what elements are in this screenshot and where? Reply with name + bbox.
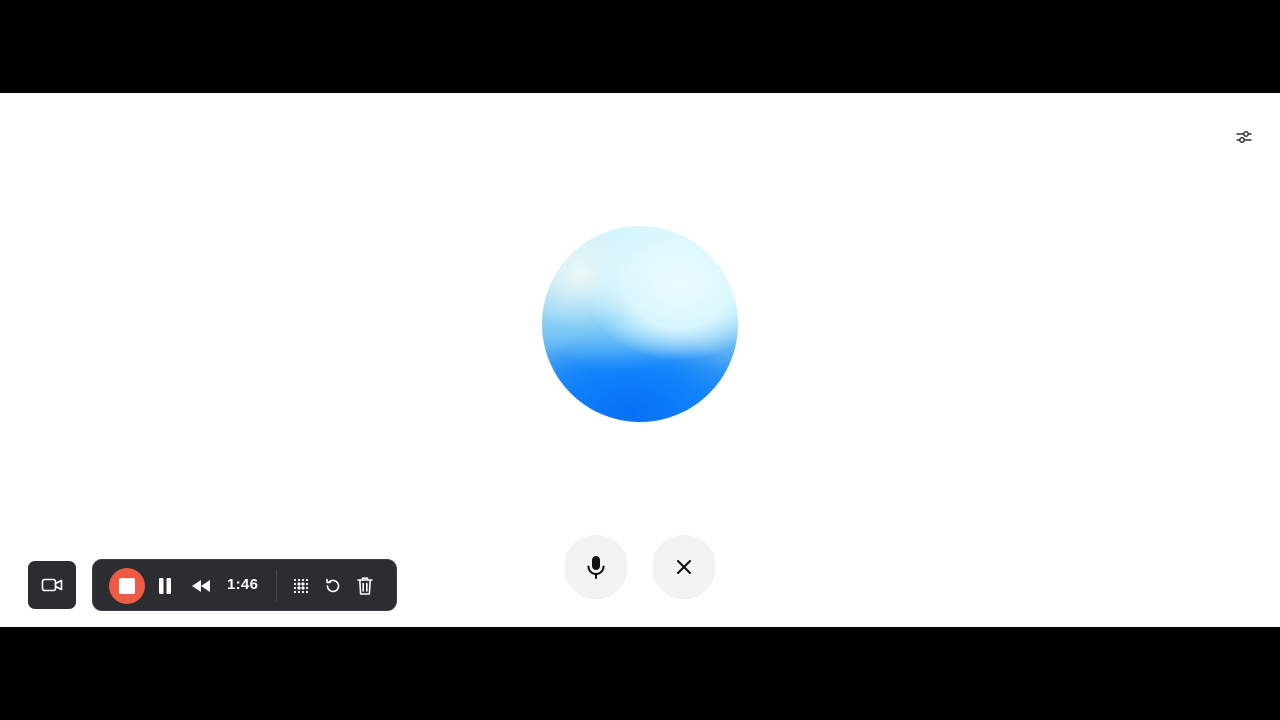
recording-toolbar: 1:46 xyxy=(92,559,397,611)
voice-orb xyxy=(542,226,738,422)
restart-icon xyxy=(326,578,340,593)
trash-icon xyxy=(357,577,373,595)
rewind-icon xyxy=(192,580,210,592)
pause-icon xyxy=(159,578,171,594)
microphone-icon xyxy=(587,556,605,579)
letterbox-bottom xyxy=(0,627,1280,720)
toolbar-divider xyxy=(276,570,277,602)
drawing-grid-button[interactable] xyxy=(289,574,313,598)
settings-button[interactable] xyxy=(1230,123,1258,151)
stop-recording-button[interactable] xyxy=(109,568,145,604)
stop-icon xyxy=(119,578,135,594)
end-session-button[interactable] xyxy=(652,535,716,599)
pause-button[interactable] xyxy=(153,574,177,598)
video-camera-icon xyxy=(41,578,63,592)
restart-recording-button[interactable] xyxy=(321,574,345,598)
rewind-button[interactable] xyxy=(189,574,213,598)
recording-elapsed-time: 1:46 xyxy=(227,576,259,593)
camera-toggle-button[interactable] xyxy=(28,561,76,609)
letterbox-top xyxy=(0,0,1280,93)
close-icon xyxy=(677,560,691,574)
microphone-button[interactable] xyxy=(564,535,628,599)
voice-session-stage: 1:46 xyxy=(0,93,1280,627)
delete-recording-button[interactable] xyxy=(353,574,377,598)
dot-grid-icon xyxy=(293,578,309,594)
sliders-icon xyxy=(1236,131,1252,143)
